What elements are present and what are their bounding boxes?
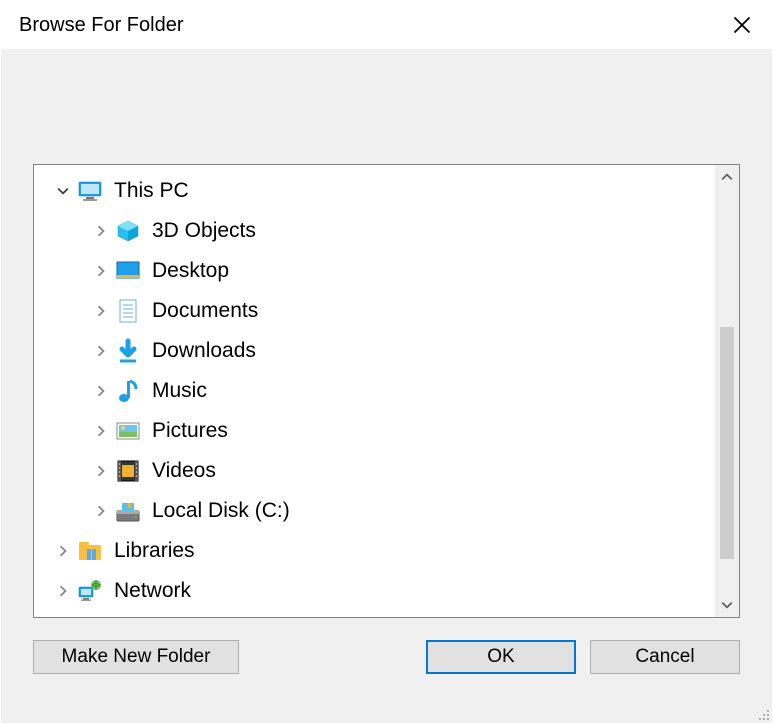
downloads-icon bbox=[114, 337, 142, 365]
tree-item-this-pc[interactable]: This PC bbox=[34, 171, 715, 211]
tree-label: Libraries bbox=[114, 539, 195, 563]
tree-label: Desktop bbox=[152, 259, 229, 283]
tree-item-downloads[interactable]: Downloads bbox=[34, 331, 715, 371]
network-icon bbox=[76, 577, 104, 605]
expander-closed[interactable] bbox=[92, 262, 110, 280]
close-icon bbox=[733, 16, 751, 34]
tree-item-libraries[interactable]: Libraries bbox=[34, 531, 715, 571]
tree-label: Pictures bbox=[152, 419, 228, 443]
expander-closed[interactable] bbox=[92, 342, 110, 360]
resize-grip-icon[interactable] bbox=[755, 706, 771, 722]
chevron-right-icon bbox=[95, 505, 107, 517]
tree-item-desktop[interactable]: Desktop bbox=[34, 251, 715, 291]
ok-button[interactable]: OK bbox=[426, 640, 576, 674]
make-new-folder-button[interactable]: Make New Folder bbox=[33, 640, 239, 674]
tree-item-local-disk[interactable]: Local Disk (C:) bbox=[34, 491, 715, 531]
scroll-thumb[interactable] bbox=[720, 327, 734, 559]
3d-objects-icon bbox=[114, 217, 142, 245]
expander-closed[interactable] bbox=[92, 422, 110, 440]
music-icon bbox=[114, 377, 142, 405]
expander-open[interactable] bbox=[54, 182, 72, 200]
tree-label: Local Disk (C:) bbox=[152, 499, 290, 523]
expander-closed[interactable] bbox=[92, 462, 110, 480]
tree-label: Videos bbox=[152, 459, 216, 483]
chevron-down-icon bbox=[57, 185, 69, 197]
expander-closed[interactable] bbox=[92, 302, 110, 320]
tree-item-3d-objects[interactable]: 3D Objects bbox=[34, 211, 715, 251]
browse-folder-dialog: Browse For Folder This PC bbox=[0, 0, 773, 724]
documents-icon bbox=[114, 297, 142, 325]
close-button[interactable] bbox=[712, 1, 772, 49]
tree-label: Network bbox=[114, 579, 191, 603]
chevron-right-icon bbox=[95, 305, 107, 317]
folder-tree: This PC 3D Objects bbox=[33, 164, 740, 618]
chevron-right-icon bbox=[95, 265, 107, 277]
tree-label: Downloads bbox=[152, 339, 256, 363]
this-pc-icon bbox=[76, 177, 104, 205]
scroll-up-button[interactable] bbox=[715, 165, 739, 189]
chevron-right-icon bbox=[57, 545, 69, 557]
tree-label: This PC bbox=[114, 179, 189, 203]
expander-closed[interactable] bbox=[92, 502, 110, 520]
tree-list[interactable]: This PC 3D Objects bbox=[34, 165, 715, 617]
chevron-right-icon bbox=[95, 385, 107, 397]
tree-label: 3D Objects bbox=[152, 219, 256, 243]
expander-closed[interactable] bbox=[54, 582, 72, 600]
button-row: Make New Folder OK Cancel bbox=[33, 640, 740, 674]
chevron-up-icon bbox=[721, 171, 733, 183]
tree-label: Music bbox=[152, 379, 207, 403]
expander-closed[interactable] bbox=[92, 222, 110, 240]
window-title: Browse For Folder bbox=[19, 14, 184, 37]
desktop-icon bbox=[114, 257, 142, 285]
content-area: This PC 3D Objects bbox=[1, 49, 772, 723]
expander-closed[interactable] bbox=[92, 382, 110, 400]
tree-item-pictures[interactable]: Pictures bbox=[34, 411, 715, 451]
libraries-icon bbox=[76, 537, 104, 565]
vertical-scrollbar[interactable] bbox=[715, 165, 739, 617]
disk-icon bbox=[114, 497, 142, 525]
tree-item-music[interactable]: Music bbox=[34, 371, 715, 411]
expander-closed[interactable] bbox=[54, 542, 72, 560]
chevron-right-icon bbox=[95, 465, 107, 477]
tree-label: Documents bbox=[152, 299, 258, 323]
chevron-right-icon bbox=[57, 585, 69, 597]
chevron-right-icon bbox=[95, 225, 107, 237]
pictures-icon bbox=[114, 417, 142, 445]
tree-item-documents[interactable]: Documents bbox=[34, 291, 715, 331]
cancel-button[interactable]: Cancel bbox=[590, 640, 740, 674]
scroll-track[interactable] bbox=[715, 189, 739, 593]
chevron-down-icon bbox=[721, 599, 733, 611]
chevron-right-icon bbox=[95, 345, 107, 357]
videos-icon bbox=[114, 457, 142, 485]
titlebar: Browse For Folder bbox=[1, 1, 772, 49]
scroll-down-button[interactable] bbox=[715, 593, 739, 617]
tree-item-videos[interactable]: Videos bbox=[34, 451, 715, 491]
tree-item-network[interactable]: Network bbox=[34, 571, 715, 611]
chevron-right-icon bbox=[95, 425, 107, 437]
